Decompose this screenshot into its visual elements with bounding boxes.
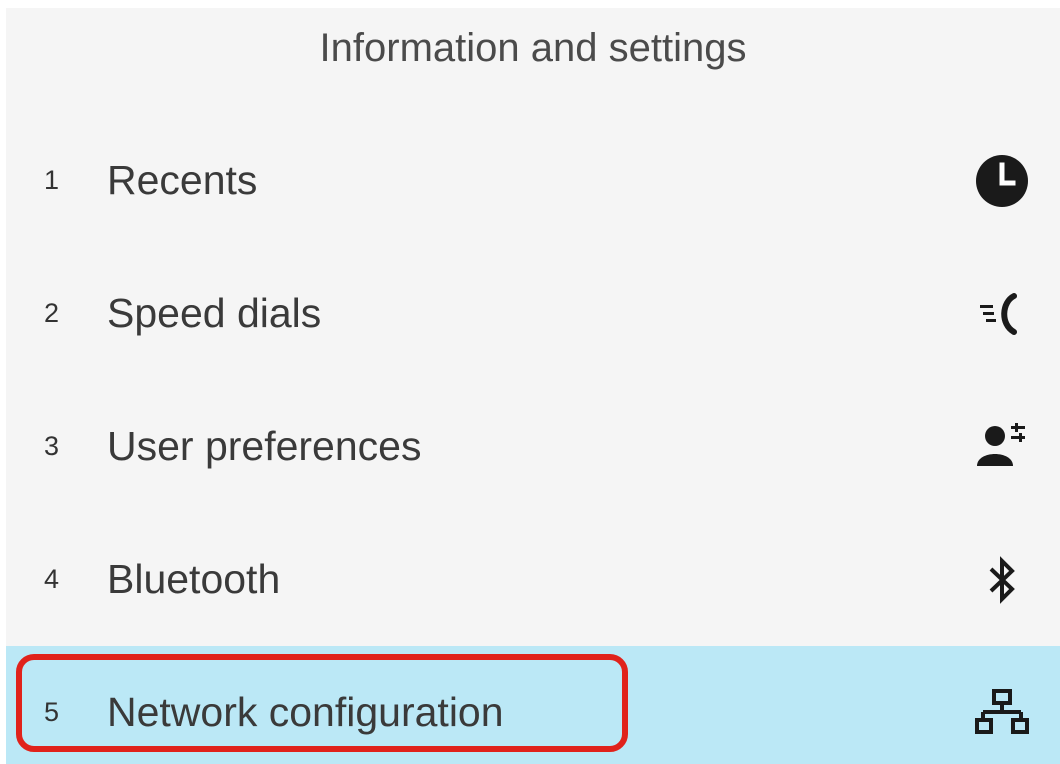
menu-item-speed-dials[interactable]: 2 Speed dials (6, 247, 1060, 380)
menu-item-number: 2 (44, 298, 60, 328)
network-icon (972, 683, 1032, 743)
menu-item-label: Bluetooth (107, 556, 281, 602)
menu-item-label: Recents (107, 157, 258, 203)
menu-item-user-preferences[interactable]: 3 User preferences (6, 380, 1060, 513)
clock-icon (972, 151, 1032, 211)
menu-item-label: Network configuration (107, 689, 504, 735)
settings-menu: 1 Recents 2 Speed dials 3 User preferenc… (6, 114, 1060, 764)
menu-item-bluetooth[interactable]: 4 Bluetooth (6, 513, 1060, 646)
menu-item-number: 4 (44, 564, 60, 594)
menu-item-number: 1 (44, 165, 60, 195)
menu-item-network-configuration[interactable]: 5 Network configuration (6, 646, 1060, 764)
menu-item-label: Speed dials (107, 290, 322, 336)
user-preferences-icon (972, 417, 1032, 477)
bluetooth-icon (972, 550, 1032, 610)
page-title: Information and settings (319, 26, 747, 70)
menu-item-number: 3 (44, 431, 60, 461)
menu-item-label: User preferences (107, 423, 422, 469)
speed-dial-icon (972, 284, 1032, 344)
menu-item-recents[interactable]: 1 Recents (6, 114, 1060, 247)
phone-screen: Information and settings 1 Recents 2 Spe… (6, 8, 1060, 764)
menu-item-number: 5 (44, 697, 60, 727)
